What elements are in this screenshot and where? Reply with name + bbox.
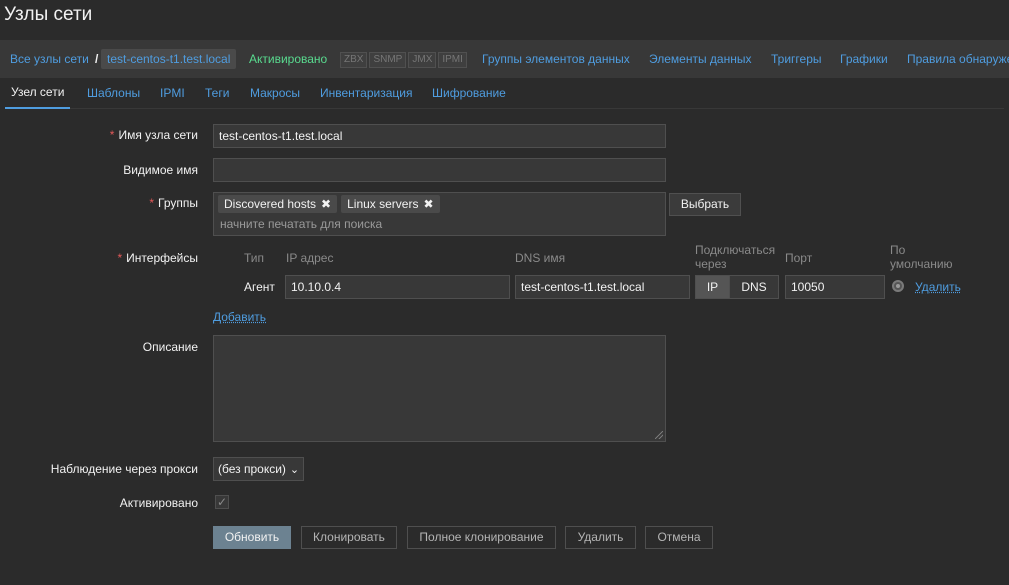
visible-name-label: Видимое имя [123,163,198,177]
interfaces-label: * Интерфейсы [117,251,198,265]
chevron-down-icon: ⌄ [289,464,300,476]
connect-dns-toggle[interactable]: DNS [729,275,779,299]
description-textarea[interactable] [213,335,666,442]
remove-group-icon[interactable]: ✖ [321,197,331,211]
enabled-label: Активировано [119,496,198,510]
visible-name-input[interactable] [213,158,666,182]
tab-templates[interactable]: Шаблоны [87,78,140,108]
link-item-groups[interactable]: Группы элементов данных [482,40,630,78]
hostname-input[interactable]: test-centos-t1.test.local [213,124,666,148]
tab-encryption[interactable]: Шифрование [432,78,506,108]
tab-macros[interactable]: Макросы [250,78,300,108]
page-title: Узлы сети [4,4,93,25]
enabled-checkbox[interactable]: ✓ [215,495,229,509]
default-interface-radio[interactable] [892,280,904,292]
jmx-badge: JMX [408,52,437,68]
iface-header-connect: Подключаться через [695,243,776,271]
iface-header-dns: DNS имя [515,251,566,265]
remove-interface-link[interactable]: Удалить [915,280,961,294]
availability-badges: ZBX SNMP JMX IPMI [340,52,467,68]
tab-inventory[interactable]: Инвентаризация [320,78,412,108]
clone-button[interactable]: Клонировать [301,526,397,549]
tab-ipmi[interactable]: IPMI [160,78,185,108]
proxy-select[interactable]: (без прокси) ⌄ [213,457,305,481]
remove-group-icon[interactable]: ✖ [423,197,433,211]
required-mark: * [109,128,115,142]
groups-search-placeholder[interactable]: начните печатать для поиска [218,217,661,231]
update-button[interactable]: Обновить [213,526,291,549]
zbx-badge: ZBX [340,52,368,68]
link-items[interactable]: Элементы данных [649,40,751,78]
hostname-label: * Имя узла сети [109,128,198,142]
link-graphs[interactable]: Графики [840,40,888,78]
required-mark: * [117,251,123,265]
iface-dns-input[interactable]: test-centos-t1.test.local [515,275,690,299]
snmp-badge: SNMP [369,52,407,68]
groups-label: * Группы [149,196,198,210]
host-status-enabled[interactable]: Активировано [249,40,327,78]
iface-type-agent: Агент [244,280,275,294]
breadcrumb-separator: / [95,52,99,66]
description-label: Описание [142,340,198,354]
add-interface-link[interactable]: Добавить [213,310,266,324]
iface-ip-input[interactable]: 10.10.0.4 [285,275,510,299]
group-chip: Linux servers ✖ [341,195,440,213]
ipmi-badge: IPMI [438,52,467,68]
full-clone-button[interactable]: Полное клонирование [407,526,556,549]
tab-host[interactable]: Узел сети [5,78,71,110]
connect-ip-toggle[interactable]: IP [695,275,730,299]
iface-header-ip: IP адрес [286,251,334,265]
iface-port-input[interactable]: 10050 [785,275,885,299]
select-groups-button[interactable]: Выбрать [669,193,741,216]
breadcrumb-current-host[interactable]: test-centos-t1.test.local [101,49,237,69]
delete-button[interactable]: Удалить [565,526,636,549]
host-form: * Имя узла сети test-centos-t1.test.local… [5,109,1004,563]
iface-header-default: По умолчанию [890,243,953,271]
required-mark: * [149,196,155,210]
tab-tags[interactable]: Теги [205,78,229,108]
form-tabs: Узел сети Шаблоны IPMI Теги Макросы Инве… [5,78,1004,110]
host-breadcrumb-bar: Все узлы сети / test-centos-t1.test.loca… [0,40,1009,78]
groups-multiselect[interactable]: Discovered hosts ✖ Linux servers ✖ начните … [213,192,666,236]
iface-header-type: Тип [244,251,265,265]
proxy-label: Наблюдение через прокси [50,462,198,476]
group-chip: Discovered hosts ✖ [218,195,338,213]
link-triggers[interactable]: Триггеры [771,40,822,78]
breadcrumb-all-hosts[interactable]: Все узлы сети [10,40,89,78]
iface-header-port: Порт [785,251,813,265]
link-discovery-rules[interactable]: Правила обнаружения [907,40,1009,78]
cancel-button[interactable]: Отмена [645,526,713,549]
resize-grip-icon[interactable] [655,431,663,439]
